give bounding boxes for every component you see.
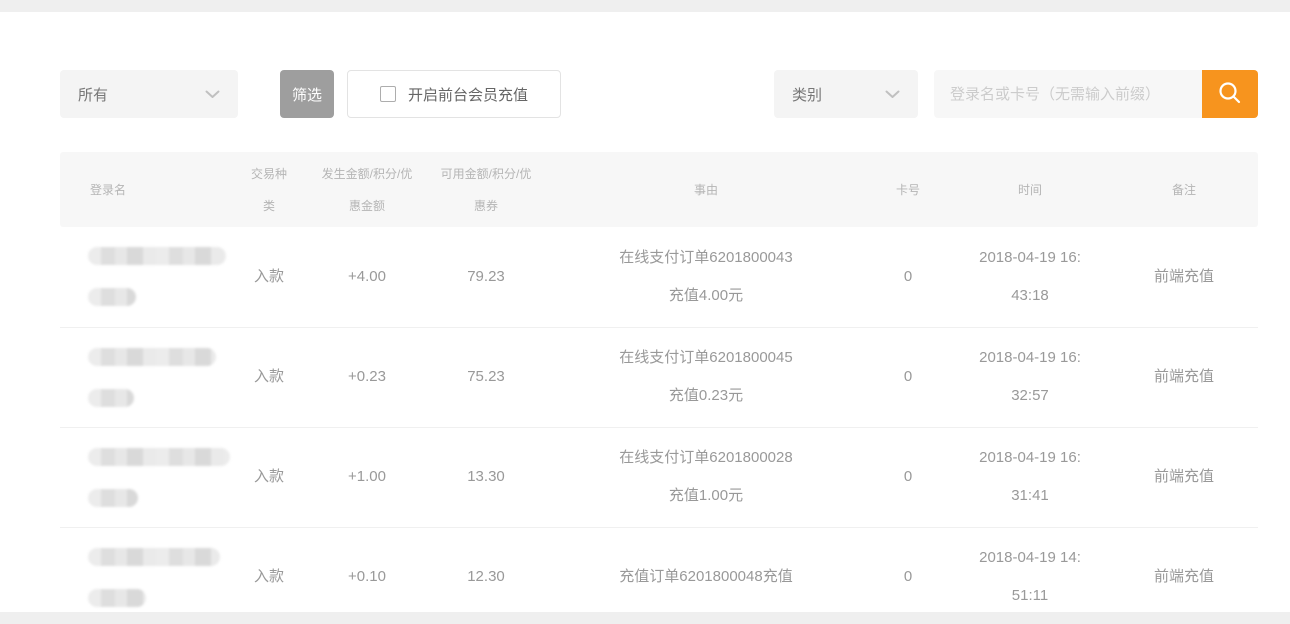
table-header-row: 登录名 交易种类 发生金额/积分/优惠金额 可用金额/积分/优惠券 事由 卡号 … <box>60 152 1258 227</box>
type-cell: 入款 <box>230 527 308 612</box>
available-cell: 79.23 <box>426 227 546 327</box>
time-cell: 2018-04-19 16:32:57 <box>950 327 1110 427</box>
reason-cell: 在线支付订单6201800043充值4.00元 <box>546 227 866 327</box>
table-row: 入款 +0.10 12.30 充值订单6201800048充值 0 2018-0… <box>60 527 1258 612</box>
remark-cell: 前端充值 <box>1110 227 1258 327</box>
type-cell: 入款 <box>230 427 308 527</box>
card-cell: 0 <box>866 527 950 612</box>
col-header-time: 时间 <box>950 152 1110 227</box>
card-cell: 0 <box>866 327 950 427</box>
card-cell: 0 <box>866 227 950 327</box>
content-card: 所有 筛选 开启前台会员充值 类别 <box>0 12 1290 612</box>
login-cell <box>60 427 230 527</box>
available-cell: 12.30 <box>426 527 546 612</box>
redacted-login-line2 <box>88 389 134 407</box>
redacted-login-line1 <box>88 348 216 366</box>
col-header-available: 可用金额/积分/优惠券 <box>426 152 546 227</box>
col-header-login: 登录名 <box>60 152 230 227</box>
col-header-card: 卡号 <box>866 152 950 227</box>
type-cell: 入款 <box>230 327 308 427</box>
redacted-login-line1 <box>88 548 220 566</box>
search-icon <box>1217 80 1243 109</box>
amount-cell: +4.00 <box>308 227 426 327</box>
login-cell <box>60 527 230 612</box>
chevron-down-icon <box>885 90 900 99</box>
reason-cell: 充值订单6201800048充值 <box>546 527 866 612</box>
login-cell <box>60 227 230 327</box>
scope-select-value: 所有 <box>78 84 108 105</box>
recharge-record-table: 登录名 交易种类 发生金额/积分/优惠金额 可用金额/积分/优惠券 事由 卡号 … <box>60 152 1258 612</box>
col-header-remark: 备注 <box>1110 152 1258 227</box>
remark-cell: 前端充值 <box>1110 427 1258 527</box>
redacted-login-line1 <box>88 448 230 466</box>
redacted-login-line2 <box>88 489 138 507</box>
login-cell <box>60 327 230 427</box>
reason-cell: 在线支付订单6201800028充值1.00元 <box>546 427 866 527</box>
front-recharge-checkbox-group[interactable]: 开启前台会员充值 <box>347 70 561 118</box>
amount-cell: +0.10 <box>308 527 426 612</box>
remark-cell: 前端充值 <box>1110 527 1258 612</box>
time-cell: 2018-04-19 16:31:41 <box>950 427 1110 527</box>
redacted-login-line2 <box>88 288 136 306</box>
time-cell: 2018-04-19 16:43:18 <box>950 227 1110 327</box>
redacted-login-line2 <box>88 589 146 607</box>
reason-cell: 在线支付订单6201800045充值0.23元 <box>546 327 866 427</box>
category-select-value: 类别 <box>792 84 822 105</box>
table-row: 入款 +0.23 75.23 在线支付订单6201800045充值0.23元 0… <box>60 327 1258 427</box>
table-row: 入款 +1.00 13.30 在线支付订单6201800028充值1.00元 0… <box>60 427 1258 527</box>
type-cell: 入款 <box>230 227 308 327</box>
available-cell: 75.23 <box>426 327 546 427</box>
col-header-reason: 事由 <box>546 152 866 227</box>
scope-select[interactable]: 所有 <box>60 70 238 118</box>
card-cell: 0 <box>866 427 950 527</box>
search-group <box>934 70 1258 118</box>
table-row: 入款 +4.00 79.23 在线支付订单6201800043充值4.00元 0… <box>60 227 1258 327</box>
available-cell: 13.30 <box>426 427 546 527</box>
toolbar: 所有 筛选 开启前台会员充值 类别 <box>60 70 1258 118</box>
col-header-type: 交易种类 <box>230 152 308 227</box>
category-select[interactable]: 类别 <box>774 70 918 118</box>
amount-cell: +1.00 <box>308 427 426 527</box>
chevron-down-icon <box>205 90 220 99</box>
filter-button[interactable]: 筛选 <box>280 70 334 118</box>
redacted-login-line1 <box>88 247 226 265</box>
search-button[interactable] <box>1202 70 1258 118</box>
amount-cell: +0.23 <box>308 327 426 427</box>
col-header-amount: 发生金额/积分/优惠金额 <box>308 152 426 227</box>
search-input[interactable] <box>934 70 1202 118</box>
remark-cell: 前端充值 <box>1110 327 1258 427</box>
front-recharge-checkbox-label: 开启前台会员充值 <box>408 84 528 105</box>
front-recharge-checkbox[interactable] <box>380 86 396 102</box>
time-cell: 2018-04-19 14:51:11 <box>950 527 1110 612</box>
